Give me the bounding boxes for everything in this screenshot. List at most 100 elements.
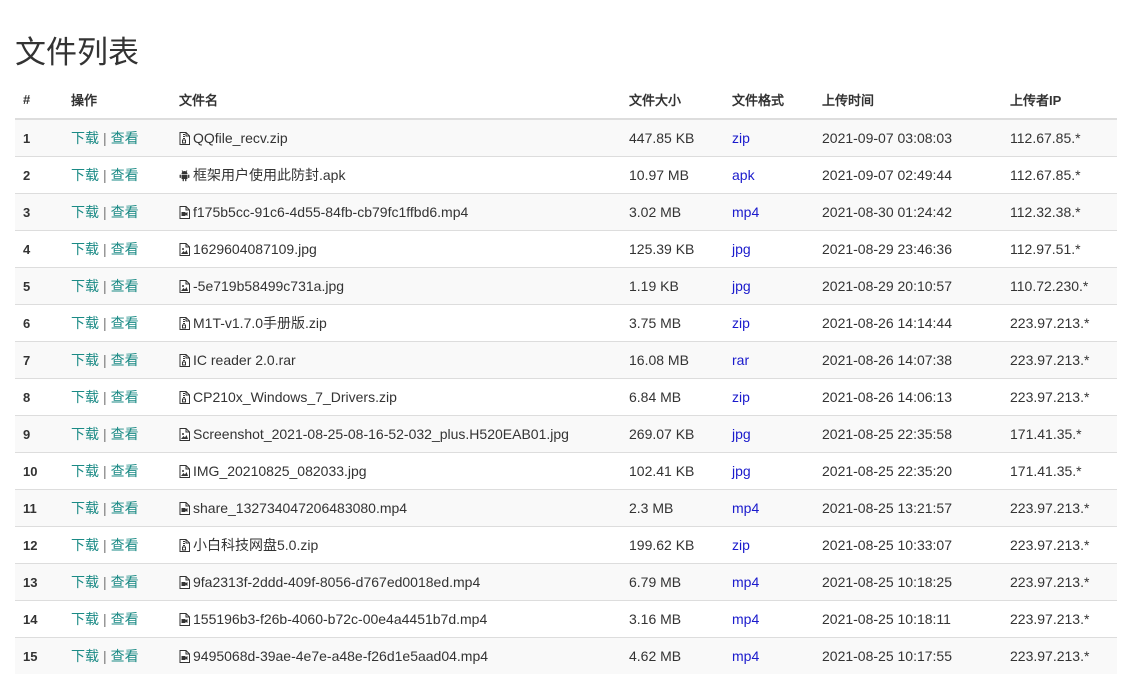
action-separator: | [103,167,107,183]
row-size: 1.19 KB [621,267,724,305]
action-separator: | [103,204,107,220]
view-link[interactable]: 查看 [111,611,139,627]
row-actions: 下载 | 查看 [63,637,171,674]
download-link[interactable]: 下载 [71,574,99,590]
row-size: 199.62 KB [621,526,724,564]
image-file-icon [179,280,190,293]
format-link[interactable]: zip [732,315,750,331]
row-format: mp4 [724,489,814,527]
page-title: 文件列表 [15,35,139,71]
table-row: 4 下载 | 查看 1629604087109.jpg 125.39 KB jpg 2021-… [15,230,1117,268]
row-size: 3.75 MB [621,304,724,342]
view-link[interactable]: 查看 [111,130,139,146]
row-format: zip [724,378,814,416]
action-separator: | [103,315,107,331]
format-link[interactable]: mp4 [732,574,759,590]
format-link[interactable]: jpg [732,241,751,257]
download-link[interactable]: 下载 [71,611,99,627]
row-index: 8 [15,378,63,416]
row-format: mp4 [724,600,814,638]
format-link[interactable]: mp4 [732,611,759,627]
download-link[interactable]: 下载 [71,426,99,442]
file-name: M1T-v1.7.0手册版.zip [193,315,327,331]
row-actions: 下载 | 查看 [63,415,171,453]
row-format: jpg [724,230,814,268]
row-actions: 下载 | 查看 [63,230,171,268]
view-link[interactable]: 查看 [111,426,139,442]
row-uploader-ip: 112.97.51.* [1002,230,1117,268]
row-size: 4.62 MB [621,637,724,674]
col-header-uploader-ip: 上传者IP [1002,81,1117,120]
table-row: 12 下载 | 查看 小白科技网盘5.0.zip 199.62 KB zip 2021-08-… [15,526,1117,564]
view-link[interactable]: 查看 [111,278,139,294]
download-link[interactable]: 下载 [71,500,99,516]
col-header-size: 文件大小 [621,81,724,120]
view-link[interactable]: 查看 [111,204,139,220]
view-link[interactable]: 查看 [111,500,139,516]
download-link[interactable]: 下载 [71,241,99,257]
view-link[interactable]: 查看 [111,389,139,405]
row-upload-time: 2021-08-29 23:46:36 [814,230,1002,268]
table-row: 10 下载 | 查看 IMG_20210825_082033.jpg 102.41 KB j… [15,452,1117,490]
row-actions: 下载 | 查看 [63,600,171,638]
format-link[interactable]: jpg [732,426,751,442]
download-link[interactable]: 下载 [71,389,99,405]
row-upload-time: 2021-08-25 22:35:58 [814,415,1002,453]
row-actions: 下载 | 查看 [63,378,171,416]
view-link[interactable]: 查看 [111,241,139,257]
view-link[interactable]: 查看 [111,463,139,479]
row-index: 4 [15,230,63,268]
download-link[interactable]: 下载 [71,463,99,479]
format-link[interactable]: jpg [732,463,751,479]
row-filename: M1T-v1.7.0手册版.zip [171,304,621,342]
download-link[interactable]: 下载 [71,352,99,368]
row-filename: share_132734047206483080.mp4 [171,489,621,527]
view-link[interactable]: 查看 [111,167,139,183]
format-link[interactable]: apk [732,167,755,183]
action-separator: | [103,130,107,146]
format-link[interactable]: mp4 [732,500,759,516]
file-name: QQfile_recv.zip [193,130,288,146]
file-name: 框架用户使用此防封.apk [193,167,346,183]
view-link[interactable]: 查看 [111,648,139,664]
row-actions: 下载 | 查看 [63,563,171,601]
action-separator: | [103,611,107,627]
download-link[interactable]: 下载 [71,204,99,220]
table-row: 5 下载 | 查看 -5e719b58499c731a.jpg 1.19 KB jpg 202… [15,267,1117,305]
image-file-icon [179,465,190,478]
row-index: 9 [15,415,63,453]
row-actions: 下载 | 查看 [63,118,171,157]
format-link[interactable]: zip [732,537,750,553]
file-name: CP210x_Windows_7_Drivers.zip [193,389,397,405]
download-link[interactable]: 下载 [71,315,99,331]
format-link[interactable]: jpg [732,278,751,294]
table-row: 8 下载 | 查看 CP210x_Windows_7_Drivers.zip 6.84 M… [15,378,1117,416]
row-upload-time: 2021-08-25 10:18:11 [814,600,1002,638]
row-format: jpg [724,452,814,490]
row-actions: 下载 | 查看 [63,452,171,490]
action-separator: | [103,574,107,590]
view-link[interactable]: 查看 [111,315,139,331]
row-size: 102.41 KB [621,452,724,490]
format-link[interactable]: rar [732,352,749,368]
format-link[interactable]: mp4 [732,204,759,220]
format-link[interactable]: zip [732,389,750,405]
row-uploader-ip: 223.97.213.* [1002,341,1117,379]
row-filename: 框架用户使用此防封.apk [171,156,621,194]
view-link[interactable]: 查看 [111,537,139,553]
format-link[interactable]: zip [732,130,750,146]
download-link[interactable]: 下载 [71,537,99,553]
action-separator: | [103,352,107,368]
row-filename: 小白科技网盘5.0.zip [171,526,621,564]
download-link[interactable]: 下载 [71,648,99,664]
download-link[interactable]: 下载 [71,130,99,146]
row-uploader-ip: 223.97.213.* [1002,637,1117,674]
download-link[interactable]: 下载 [71,167,99,183]
row-format: jpg [724,267,814,305]
col-header-format: 文件格式 [724,81,814,120]
view-link[interactable]: 查看 [111,352,139,368]
download-link[interactable]: 下载 [71,278,99,294]
format-link[interactable]: mp4 [732,648,759,664]
view-link[interactable]: 查看 [111,574,139,590]
file-name: 155196b3-f26b-4060-b72c-00e4a4451b7d.mp4 [193,611,488,627]
